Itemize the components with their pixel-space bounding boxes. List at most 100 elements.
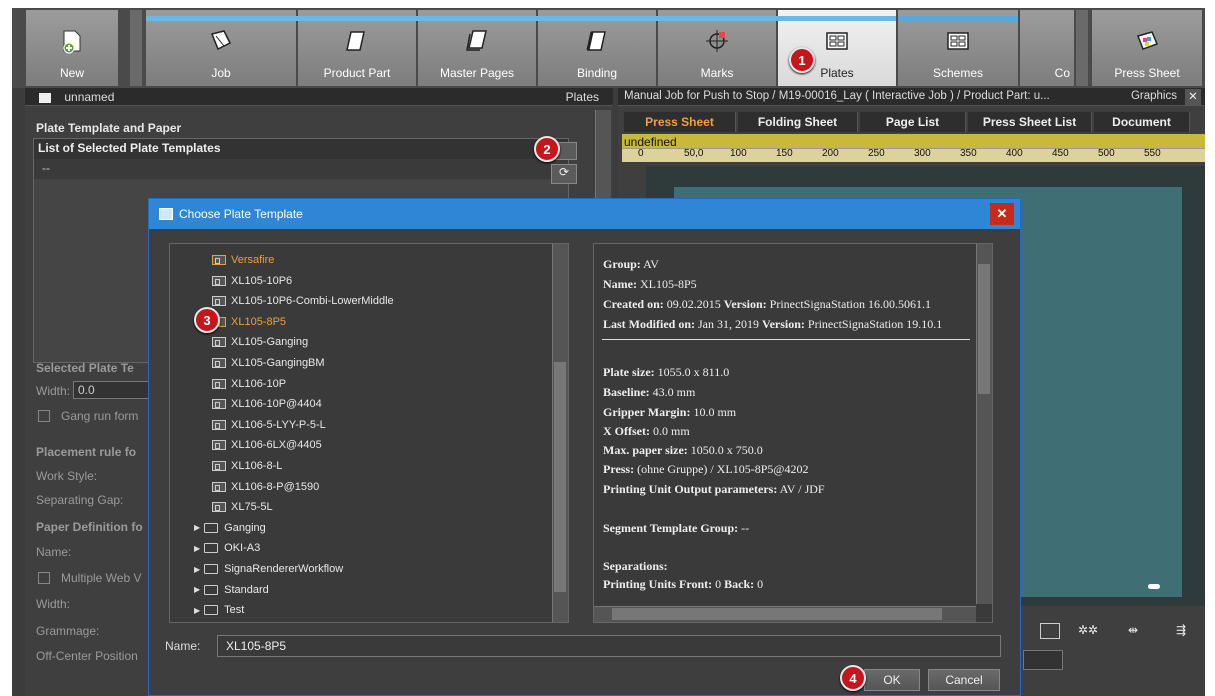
plate-template-icon [212,481,226,492]
job-path: Manual Job for Push to Stop / M19-00016_… [624,90,1050,102]
expand-arrow-icon[interactable]: ▶ [194,523,200,532]
width-label: Width: [36,384,71,398]
info-max-paper: Max. paper size: 1050.0 x 750.0 [603,443,763,457]
tree-item-label: SignaRendererWorkflow [224,563,344,575]
tab-press-sheet-view[interactable]: Press Sheet [624,112,736,132]
info-baseline: Baseline: 43.0 mm [603,385,696,399]
placement-rule-label: Placement rule fo [36,445,137,459]
nav-forward-arrow[interactable] [1076,10,1088,86]
workflow-toolbar: New Job Product Part Master Pages Bindin… [12,8,1205,88]
plate-template-icon [212,337,226,348]
tree-item[interactable]: XL106-8-P@1590 [212,477,319,497]
frame-left [0,0,12,696]
plates-icon [824,28,850,54]
tree-item-label: XL105-10P6 [231,274,293,287]
tab-master-pages[interactable]: Master Pages [418,10,536,86]
tree-item[interactable]: XL106-5-LYY-P-5-L [212,415,326,435]
list-item[interactable]: -- [34,159,568,179]
tab-press-sheet[interactable]: Press Sheet [1092,10,1202,86]
tab-schemes[interactable]: Schemes [898,10,1018,86]
name-input[interactable]: XL105-8P5 [217,635,1001,657]
plate-template-icon [212,358,226,368]
info-name: Name: XL105-8P5 [603,277,697,291]
tree-item[interactable]: XL106-10P [212,374,286,394]
info-created: Created on: 09.02.2015 Version: PrinectS… [603,297,931,311]
cancel-button[interactable]: Cancel [928,669,1000,691]
tree-folder[interactable]: ▶ OKI-A3 [194,538,260,558]
tab-press-sheet-list[interactable]: Press Sheet List [968,112,1092,132]
tree-item-label: XL106-10P@4404 [231,398,322,411]
tab-label: Co [1054,66,1070,80]
width-field[interactable]: 0.0 [73,381,153,399]
dialog-title-bar: Choose Plate Template ✕ [149,199,1020,229]
expand-arrow-icon[interactable]: ▶ [194,606,200,615]
folder-icon [204,543,219,554]
tree-item[interactable]: XL105-10P6-Combi-LowerMiddle [212,291,394,311]
plates-view-icon[interactable] [1040,623,1060,639]
close-panel-icon[interactable]: ✕ [1185,89,1201,105]
active-tab-indicator [146,16,896,21]
status-text: undefined [624,135,677,149]
tab-new[interactable]: New [26,10,118,86]
tree-item-label: OKI-A3 [224,542,261,555]
tab-document[interactable]: Document [1094,112,1190,132]
info-hscroll-thumb[interactable] [612,608,942,620]
align-icon[interactable]: ⇹ [1128,623,1138,637]
tree-item[interactable]: XL106-6LX@4405 [212,435,322,455]
tree-item[interactable]: XL106-10P@4404 [212,394,322,414]
application-window: New Job Product Part Master Pages Bindin… [0,0,1215,696]
view-controls: ✲✲ ⇹ ⇶ [1018,620,1205,646]
ruler-tick-label: 250 [868,148,885,159]
tree-scroll-thumb[interactable] [554,362,566,592]
tree-item[interactable]: Versafire [212,250,274,270]
tab-folding-sheet[interactable]: Folding Sheet [738,112,858,132]
refresh-button[interactable]: ⟳ [551,164,577,184]
tree-item-label: XL105-Ganging [231,336,309,349]
info-segment: Segment Template Group: -- [603,521,750,535]
tree-item[interactable]: XL105-10P6 [212,271,292,291]
tree-item[interactable]: XL75-5L [212,497,273,517]
plate-marker [1148,584,1160,589]
tree-folder[interactable]: ▶ Standard [194,580,269,600]
ruler-labels: 0 50,0 100 150 200 250 300 350 400 450 500 550 [638,148,1208,162]
settings-icon[interactable]: ✲✲ [1078,623,1098,637]
tab-binding[interactable]: Binding [538,10,656,86]
info-plate-size: Plate size: 1055.0 x 811.0 [603,365,730,379]
schemes-icon [945,28,971,54]
tree-item[interactable]: XL106-8-L [212,456,282,476]
expand-arrow-icon[interactable]: ▶ [194,565,200,574]
panel-header: unnamed Plates [25,88,613,106]
tab-co[interactable]: Co [1020,10,1074,86]
plate-template-icon [212,461,226,471]
tab-page-list[interactable]: Page List [860,112,966,132]
info-gripper: Gripper Margin: 10.0 mm [603,405,737,419]
expand-arrow-icon[interactable]: ▶ [194,585,200,594]
tree-item-label: XL106-8-L [231,460,283,472]
zoom-dropdown[interactable] [1023,650,1063,670]
expand-arrow-icon[interactable]: ▶ [194,544,200,553]
arrange-icon[interactable]: ⇶ [1176,623,1186,637]
info-group: Group: AV [603,257,659,271]
tree-item[interactable]: XL105-8P5 [212,312,286,332]
info-vscroll-thumb[interactable] [978,264,990,394]
lock-icon[interactable] [39,92,51,103]
tab-product-part[interactable]: Product Part [298,10,416,86]
tree-item[interactable]: XL105-Ganging [212,332,308,352]
tree-item-label: Versafire [231,254,275,266]
tree-item-label: Ganging [224,521,266,534]
nav-back-arrow[interactable] [130,10,142,86]
job-icon [208,28,234,54]
gang-run-checkbox[interactable] [38,410,50,422]
grammage-label: Grammage: [36,624,100,638]
ok-button[interactable]: OK [864,669,920,691]
tree-item-label: XL106-8-P@1590 [231,480,320,493]
multiple-web-checkbox[interactable] [38,572,50,584]
tab-marks[interactable]: Marks [658,10,776,86]
tree-folder[interactable]: ▶ Test [194,600,244,620]
tree-item[interactable]: XL105-GangingBM [212,353,325,373]
tree-folder[interactable]: ▶ Ganging [194,518,266,538]
close-icon[interactable]: ✕ [990,203,1014,225]
dialog-window-icon [159,208,173,220]
tab-job[interactable]: Job [146,10,296,86]
tree-folder[interactable]: ▶ SignaRendererWorkflow [194,559,343,579]
